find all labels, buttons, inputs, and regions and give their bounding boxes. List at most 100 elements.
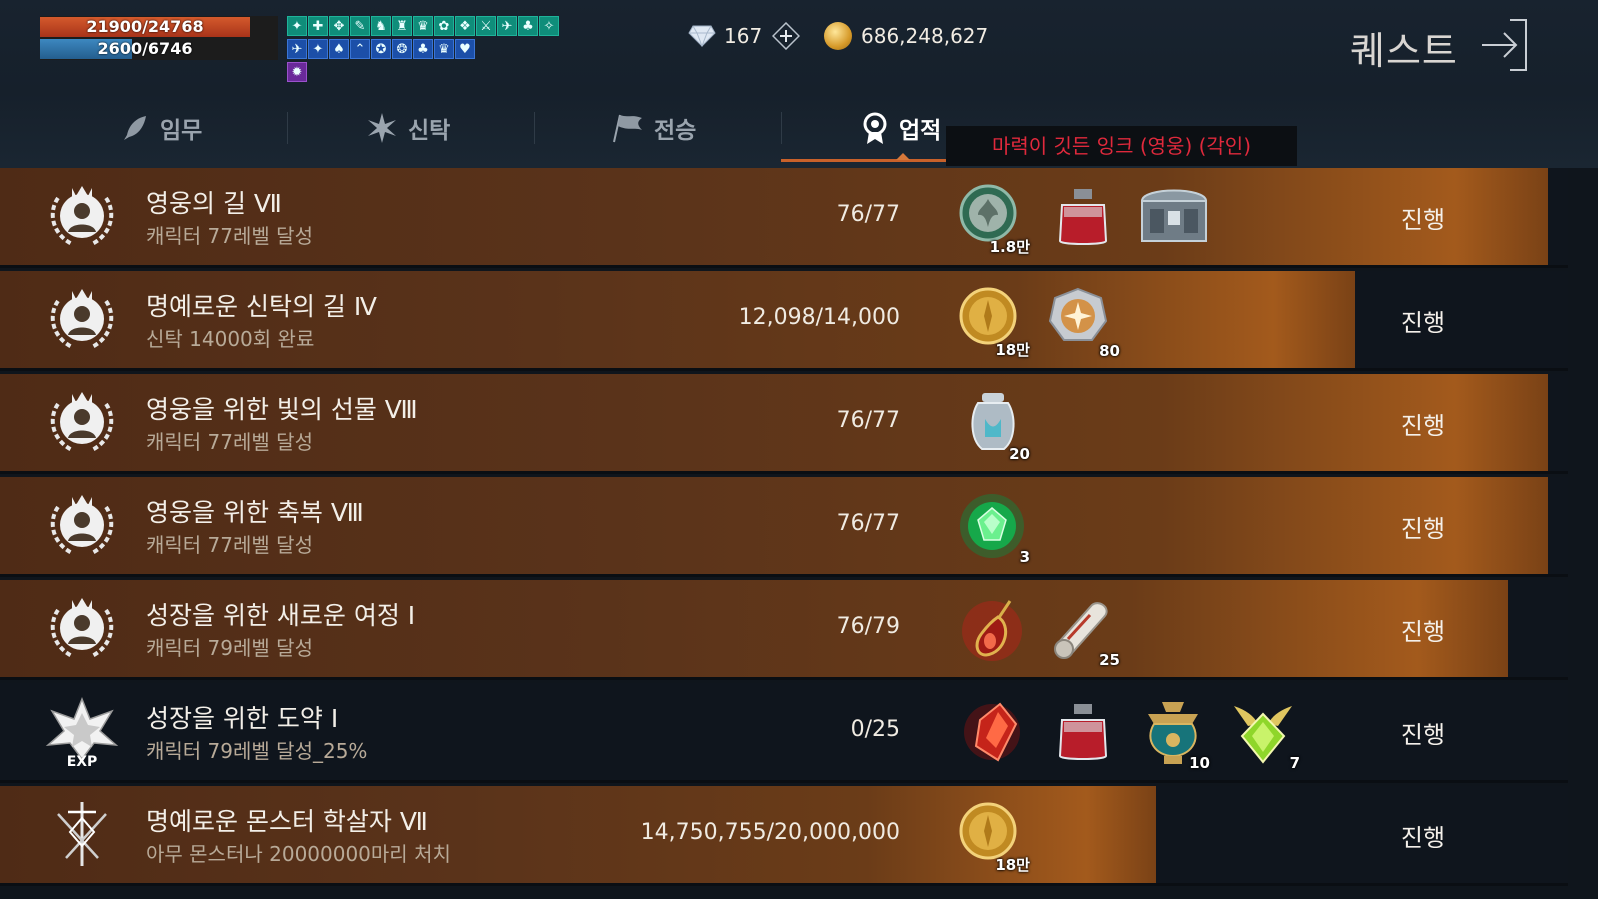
- achievement-progress-text: 76/79: [836, 614, 900, 639]
- red-ink-bottle-icon[interactable]: [1048, 183, 1118, 253]
- row-divider: [0, 883, 1568, 886]
- achievement-row[interactable]: 영웅을 위한 축복 Ⅷ 캐릭터 77레벨 달성 76/77 3 진행: [0, 477, 1568, 577]
- buff-icon[interactable]: ✈: [497, 16, 517, 36]
- reward-quantity: 7: [1289, 754, 1300, 772]
- buff-icon[interactable]: ♛: [434, 39, 454, 59]
- buff-icon[interactable]: ❖: [455, 16, 475, 36]
- buff-icon[interactable]: ✪: [371, 39, 391, 59]
- tab-achievements[interactable]: 업적: [861, 108, 941, 148]
- achievement-progress-text: 14,750,755/20,000,000: [640, 820, 900, 845]
- buff-row: ✦ ✚ ✥ ✎ ♞ ♜ ♛ ✿ ❖ ⚔ ✈ ♣ ✧: [287, 16, 587, 38]
- reward-quantity: 20: [1009, 445, 1030, 463]
- reward-quantity: 1.8만: [989, 238, 1030, 256]
- tab-divider: [534, 112, 535, 144]
- tab-oracle[interactable]: 신탁: [366, 108, 450, 148]
- buff-icon[interactable]: ✦: [287, 16, 307, 36]
- achievement-row[interactable]: 성장을 위한 새로운 여정 Ⅰ 캐릭터 79레벨 달성 76/79 25 진행: [0, 580, 1568, 680]
- tab-label: 임무: [160, 118, 203, 144]
- buff-icon[interactable]: ✈: [287, 39, 307, 59]
- buff-icons: ✦ ✚ ✥ ✎ ♞ ♜ ♛ ✿ ❖ ⚔ ✈ ♣ ✧ ✈ ✦ ♠ ⌃ ✪ ❂ ♣ ♛ ♥ ✹: [287, 16, 587, 85]
- buff-icon[interactable]: ✥: [329, 16, 349, 36]
- ruby-amulet-icon[interactable]: [958, 595, 1028, 665]
- achievement-progress-text: 76/77: [836, 202, 900, 227]
- tab-mission[interactable]: 임무: [120, 108, 202, 148]
- progress-button[interactable]: 진행: [1380, 200, 1466, 235]
- progress-button[interactable]: 진행: [1380, 715, 1466, 750]
- teal-vase-icon[interactable]: 10: [1138, 698, 1210, 772]
- red-ink-bottle-icon[interactable]: [1048, 698, 1118, 768]
- add-gems-button[interactable]: [772, 22, 801, 50]
- row-divider: [0, 471, 1568, 474]
- achievement-description: 캐릭터 77레벨 달성: [146, 533, 313, 557]
- green-gem-orb-icon[interactable]: 3: [958, 492, 1030, 566]
- buff-icon[interactable]: ♠: [329, 39, 349, 59]
- active-tab-indicator: [781, 159, 946, 162]
- gold-coin-icon[interactable]: 18만: [958, 801, 1030, 874]
- reward-quantity: 80: [1099, 342, 1120, 360]
- achievement-description: 아무 몬스터나 20000000마리 처치: [146, 842, 451, 866]
- row-divider: [0, 265, 1568, 268]
- reward-quantity: 10: [1189, 754, 1210, 772]
- achievement-title: 명예로운 몬스터 학살자 Ⅶ: [146, 807, 428, 836]
- buff-icon[interactable]: ♜: [392, 16, 412, 36]
- buff-icon[interactable]: ✹: [287, 62, 307, 82]
- achievement-row[interactable]: 영웅을 위한 빛의 선물 Ⅷ 캐릭터 77레벨 달성 76/77 20 진행: [0, 374, 1568, 474]
- buff-icon[interactable]: ♣: [518, 16, 538, 36]
- achievement-title: 영웅을 위한 빛의 선물 Ⅷ: [146, 395, 418, 424]
- scroll-icon[interactable]: 25: [1048, 595, 1120, 669]
- tab-divider: [287, 112, 288, 144]
- gold-coin-icon[interactable]: 18만: [958, 286, 1030, 359]
- achievement-title: 영웅의 길 Ⅶ: [146, 189, 282, 218]
- progress-button[interactable]: 진행: [1380, 612, 1466, 647]
- exit-button[interactable]: [1478, 16, 1530, 74]
- hp-text: 21900/24768: [86, 17, 204, 36]
- gold-coin-icon: [824, 22, 852, 50]
- buff-icon[interactable]: ♛: [413, 16, 433, 36]
- achievement-row[interactable]: 영웅의 길 Ⅶ 캐릭터 77레벨 달성 76/77 1.8만 진행: [0, 168, 1568, 268]
- achievement-description: 캐릭터 77레벨 달성: [146, 224, 313, 248]
- red-crystal-icon[interactable]: [958, 698, 1028, 768]
- progress-button[interactable]: 진행: [1380, 509, 1466, 544]
- buff-icon[interactable]: ✎: [350, 16, 370, 36]
- row-divider: [0, 780, 1568, 783]
- achievement-row[interactable]: 명예로운 몬스터 학살자 Ⅶ 아무 몬스터나 20000000마리 처치 14,75…: [0, 786, 1568, 886]
- row-divider: [0, 368, 1568, 371]
- buff-icon[interactable]: ❂: [392, 39, 412, 59]
- achievement-description: 신탁 14000회 완료: [146, 327, 315, 351]
- silver-urn-icon[interactable]: 20: [958, 389, 1030, 463]
- buff-icon[interactable]: ♥: [455, 39, 475, 59]
- buff-icon[interactable]: ✦: [308, 39, 328, 59]
- achievement-row[interactable]: EXP 성장을 위한 도약 Ⅰ 캐릭터 79레벨 달성_25% 0/25 10 7 진행: [0, 683, 1568, 783]
- achievement-description: 캐릭터 79레벨 달성_25%: [146, 739, 368, 763]
- achievement-description: 캐릭터 79레벨 달성: [146, 636, 313, 660]
- silver-fleur-coin-icon[interactable]: 1.8만: [958, 183, 1030, 256]
- winged-green-gem-icon[interactable]: 7: [1228, 698, 1300, 772]
- achievement-description: 캐릭터 77레벨 달성: [146, 430, 313, 454]
- buff-icon[interactable]: ⚔: [476, 16, 496, 36]
- star-badge-icon[interactable]: 80: [1048, 286, 1120, 360]
- achievement-progress-text: 0/25: [850, 717, 900, 742]
- buff-icon[interactable]: ⌃: [350, 39, 370, 59]
- buff-icon[interactable]: ✿: [434, 16, 454, 36]
- steel-chest-icon[interactable]: [1138, 183, 1208, 253]
- achievement-title: 명예로운 신탁의 길 Ⅳ: [146, 292, 377, 321]
- progress-button[interactable]: 진행: [1380, 406, 1466, 441]
- diamond-icon: [688, 25, 716, 47]
- buff-icon[interactable]: ✚: [308, 16, 328, 36]
- achievement-row[interactable]: 명예로운 신탁의 길 Ⅳ 신탁 14000회 완료 12,098/14,000 18만…: [0, 271, 1568, 371]
- progress-button[interactable]: 진행: [1380, 303, 1466, 338]
- hero-crown-emblem: [44, 285, 120, 355]
- buff-icon[interactable]: ♞: [371, 16, 391, 36]
- hero-crown-emblem: [44, 388, 120, 458]
- tab-lore[interactable]: 전승: [610, 108, 696, 148]
- reward-quantity: 18만: [995, 856, 1030, 874]
- buff-row: ✹: [287, 62, 587, 84]
- page-title: 퀘스트: [1350, 29, 1458, 73]
- mp-bar: 2600/6746: [40, 39, 278, 59]
- status-bars: 21900/24768 2600/6746: [40, 16, 278, 60]
- achievement-title: 성장을 위한 새로운 여정 Ⅰ: [146, 601, 416, 630]
- progress-button[interactable]: 진행: [1380, 818, 1466, 853]
- buff-icon[interactable]: ♣: [413, 39, 433, 59]
- hero-crown-emblem: [44, 182, 120, 252]
- buff-icon[interactable]: ✧: [539, 16, 559, 36]
